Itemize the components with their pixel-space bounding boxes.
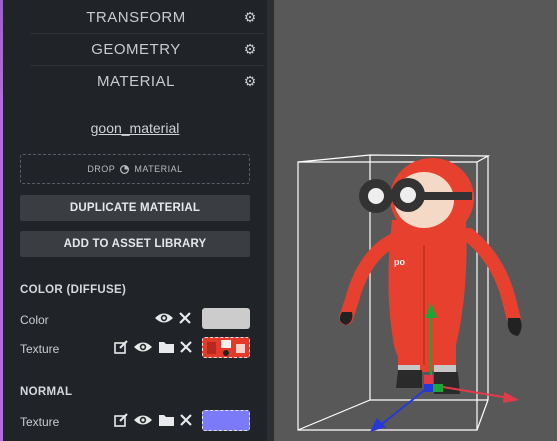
color-row-actions [154, 311, 191, 325]
scene-render: po [297, 154, 522, 432]
editor-window: TRANSFORM ⚙ GEOMETRY ⚙ MATERIAL ⚙ goon_m… [0, 0, 557, 441]
close-icon[interactable] [179, 312, 191, 324]
gear-icon[interactable]: ⚙ [236, 9, 264, 26]
color-label: Color [20, 313, 49, 327]
panel-viewport-divider[interactable] [267, 0, 274, 441]
geometry-header-title: GEOMETRY [91, 40, 181, 58]
material-name-link[interactable]: goon_material [3, 120, 267, 136]
material-sphere-icon [120, 164, 130, 174]
add-to-asset-library-button[interactable]: ADD TO ASSET LIBRARY [20, 231, 250, 257]
transform-header-title: TRANSFORM [86, 8, 186, 26]
normal-section-title: NORMAL [20, 386, 73, 398]
edit-icon[interactable] [114, 340, 128, 354]
color-swatch[interactable] [202, 308, 250, 329]
material-header[interactable]: MATERIAL ⚙ [30, 65, 264, 97]
diffuse-texture-actions [114, 340, 192, 354]
gear-icon[interactable]: ⚙ [236, 73, 264, 90]
normal-texture-actions [114, 413, 192, 427]
normal-texture-label: Texture [20, 415, 60, 429]
eye-icon[interactable] [133, 413, 153, 427]
edit-icon[interactable] [114, 413, 128, 427]
close-icon[interactable] [180, 414, 192, 426]
gear-icon[interactable]: ⚙ [236, 41, 264, 58]
normal-texture-thumbnail[interactable] [202, 410, 250, 431]
close-icon[interactable] [180, 341, 192, 353]
drop-label: DROP [87, 164, 116, 174]
texture-preview-image [203, 338, 249, 357]
drop-material-zone[interactable]: DROP MATERIAL [20, 154, 250, 184]
transform-header[interactable]: TRANSFORM ⚙ [30, 1, 264, 33]
eye-icon[interactable] [133, 340, 153, 354]
geometry-header[interactable]: GEOMETRY ⚙ [30, 33, 264, 65]
color-diffuse-section-title: COLOR (DIFFUSE) [20, 284, 127, 296]
drop-material-label: MATERIAL [134, 164, 183, 174]
duplicate-material-button[interactable]: DUPLICATE MATERIAL [20, 195, 250, 221]
folder-icon[interactable] [158, 413, 175, 427]
svg-text:po: po [394, 257, 405, 267]
diffuse-texture-thumbnail[interactable] [202, 337, 250, 358]
folder-icon[interactable] [158, 340, 175, 354]
eye-icon[interactable] [154, 311, 174, 325]
diffuse-texture-label: Texture [20, 342, 60, 356]
material-header-title: MATERIAL [97, 72, 175, 90]
3d-viewport[interactable]: po [274, 0, 557, 441]
